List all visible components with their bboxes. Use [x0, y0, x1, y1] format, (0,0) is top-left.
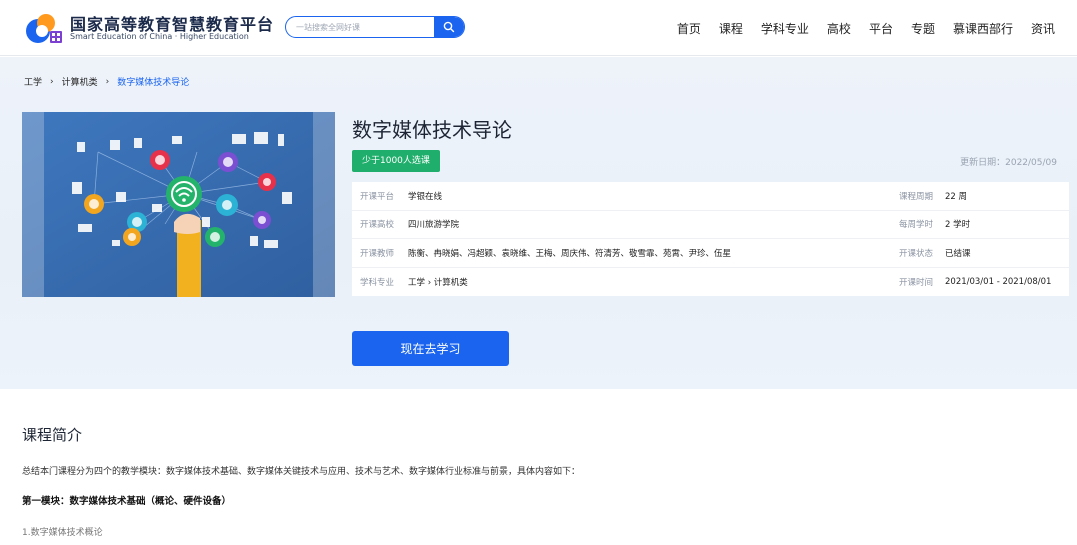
- update-date: 更新日期：2022/05/09: [960, 158, 1057, 168]
- nav-item-topics[interactable]: 专题: [911, 20, 935, 37]
- period-field: 课程周期 22 周: [899, 190, 967, 202]
- main-nav: 首页 课程 学科专业 高校 平台 专题 慕课西部行 资讯: [659, 20, 1055, 37]
- teachers-label: 开课教师: [360, 248, 395, 259]
- status-label: 开课状态: [899, 248, 934, 259]
- period-value: 22 周: [945, 191, 968, 202]
- search-button[interactable]: [434, 17, 464, 37]
- teachers-value: 陈衡、冉晓娟、冯超颖、袁晓维、王梅、周庆伟、符清芳、敬雪霏、苑霄、尹珍、伍星: [408, 248, 732, 259]
- info-row: 开课平台 学银在线 课程周期 22 周: [352, 182, 1069, 211]
- hours-label: 每周学时: [899, 220, 934, 231]
- platform-value[interactable]: 学银在线: [408, 190, 442, 202]
- info-row: 学科专业 工学 › 计算机类 开课时间 2021/03/01 - 2021/08…: [352, 268, 1069, 297]
- enroll-count-badge: 少于1000人选课: [352, 150, 440, 172]
- period-label: 课程周期: [899, 191, 934, 202]
- breadcrumb-item-computer[interactable]: 计算机类: [62, 75, 98, 88]
- logo-icon[interactable]: [24, 11, 64, 45]
- info-row: 开课高校 四川旅游学院 每周学时 2 学时: [352, 211, 1069, 239]
- nav-item-universities[interactable]: 高校: [827, 20, 851, 37]
- brand-subtitle: Smart Education of China · Higher Educat…: [70, 32, 249, 41]
- search-icon: [443, 21, 455, 33]
- nav-item-home[interactable]: 首页: [677, 20, 701, 37]
- school-value[interactable]: 四川旅游学院: [408, 218, 459, 230]
- info-row: 开课教师 陈衡、冉晓娟、冯超颖、袁晓维、王梅、周庆伟、符清芳、敬雪霏、苑霄、尹珍…: [352, 239, 1069, 268]
- course-info-table: 开课平台 学银在线 课程周期 22 周 开课高校 四川旅游学院 每周学时 2 学…: [352, 182, 1069, 296]
- nav-item-news[interactable]: 资讯: [1031, 20, 1055, 37]
- platform-label: 开课平台: [360, 191, 395, 202]
- nav-item-majors[interactable]: 学科专业: [761, 20, 809, 37]
- time-field: 开课时间 2021/03/01 - 2021/08/01: [899, 276, 1051, 288]
- search-input[interactable]: [286, 17, 436, 37]
- study-now-button[interactable]: 现在去学习: [352, 331, 509, 366]
- course-hero: 工学 › 计算机类 › 数字媒体技术导论 数字媒体技术导论 少于1000人选课 …: [0, 57, 1077, 389]
- major-value: 工学 › 计算机类: [408, 277, 468, 288]
- nav-item-platforms[interactable]: 平台: [869, 20, 893, 37]
- major-label: 学科专业: [360, 277, 395, 288]
- status-value: 已结课: [945, 248, 971, 259]
- course-title: 数字媒体技术导论: [352, 118, 512, 142]
- time-value: 2021/03/01 - 2021/08/01: [945, 276, 1052, 287]
- hours-value: 2 学时: [945, 220, 971, 231]
- module-item: 1.数字媒体技术概论: [22, 528, 103, 538]
- time-label: 开课时间: [899, 277, 934, 288]
- course-cover-image: [22, 112, 335, 297]
- nav-item-courses[interactable]: 课程: [719, 20, 743, 37]
- module-title: 第一模块：数字媒体技术基础（概论、硬件设备）: [22, 496, 232, 507]
- intro-heading: 课程简介: [22, 426, 83, 444]
- hours-field: 每周学时 2 学时: [899, 218, 970, 230]
- breadcrumb-item-current: 数字媒体技术导论: [117, 78, 190, 88]
- breadcrumb-item-engineering[interactable]: 工学: [24, 75, 42, 88]
- intro-text: 总结本门课程分为四个的教学模块：数字媒体技术基础、数字媒体关键技术与应用、技术与…: [22, 467, 581, 477]
- search-bar: [285, 16, 465, 38]
- top-header: 国家高等教育智慧教育平台 Smart Education of China · …: [0, 0, 1077, 56]
- nav-item-west-mooc[interactable]: 慕课西部行: [953, 20, 1013, 37]
- chevron-right-icon: ›: [105, 76, 110, 87]
- chevron-right-icon: ›: [50, 76, 54, 87]
- breadcrumb: 工学 › 计算机类 › 数字媒体技术导论: [24, 75, 190, 89]
- school-label: 开课高校: [360, 220, 395, 231]
- status-field: 开课状态 已结课: [899, 247, 971, 259]
